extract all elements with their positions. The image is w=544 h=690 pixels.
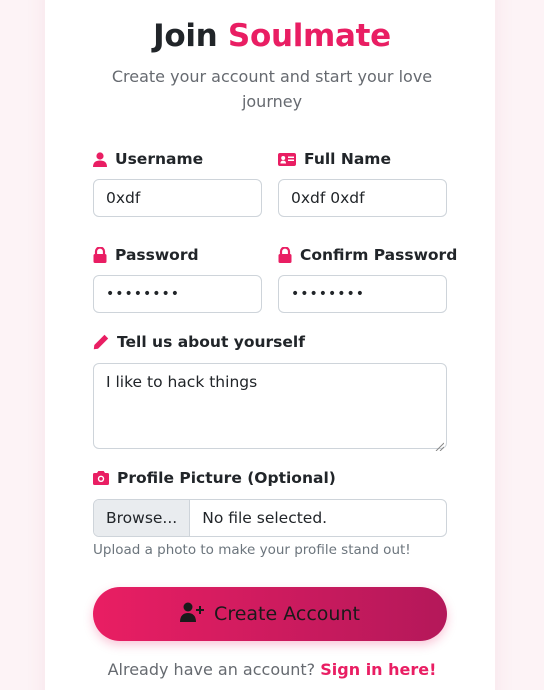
confirm-password-input[interactable]: •••••••• [278, 275, 447, 313]
profile-picture-help: Upload a photo to make your profile stan… [93, 542, 411, 558]
profile-picture-file-input[interactable]: Browse... No file selected. [93, 499, 447, 537]
signin-prompt: Already have an account? Sign in here! [0, 660, 544, 679]
bio-label: Tell us about yourself [93, 333, 305, 351]
resize-grip-icon[interactable] [435, 437, 445, 452]
username-input[interactable]: 0xdf [93, 179, 262, 217]
title-prefix: Join [153, 18, 218, 54]
password-label: Password [93, 246, 199, 264]
file-status: No file selected. [202, 509, 328, 527]
page-title: Join Soulmate [0, 18, 544, 54]
browse-button[interactable]: Browse... [94, 500, 191, 536]
create-account-button[interactable]: Create Account [93, 587, 447, 641]
full-name-input[interactable]: 0xdf 0xdf [278, 179, 447, 217]
full-name-label-text: Full Name [304, 150, 391, 168]
signin-link[interactable]: Sign in here! [320, 660, 436, 679]
password-input[interactable]: •••••••• [93, 275, 262, 313]
bio-textarea[interactable]: I like to hack things [93, 363, 447, 452]
confirm-password-label: Confirm Password [278, 246, 457, 264]
profile-picture-label: Profile Picture (Optional) [93, 469, 336, 487]
bio-label-text: Tell us about yourself [117, 333, 305, 351]
id-card-icon [278, 152, 296, 166]
user-icon [93, 151, 107, 167]
confirm-password-label-text: Confirm Password [300, 246, 458, 264]
password-label-text: Password [115, 246, 199, 264]
profile-picture-label-text: Profile Picture (Optional) [117, 469, 336, 487]
signin-prompt-text: Already have an account? [107, 660, 316, 679]
camera-icon [93, 471, 109, 485]
bio-text: I like to hack things [106, 373, 258, 391]
username-label-text: Username [115, 150, 204, 168]
user-plus-icon [180, 602, 206, 627]
full-name-label: Full Name [278, 150, 391, 168]
page-subtitle: Create your account and start your love … [111, 67, 433, 111]
pencil-icon [93, 334, 109, 350]
lock-icon [278, 247, 292, 263]
username-label: Username [93, 150, 203, 168]
lock-icon [93, 247, 107, 263]
create-account-label: Create Account [214, 603, 360, 625]
brand-name: Soulmate [227, 18, 391, 54]
